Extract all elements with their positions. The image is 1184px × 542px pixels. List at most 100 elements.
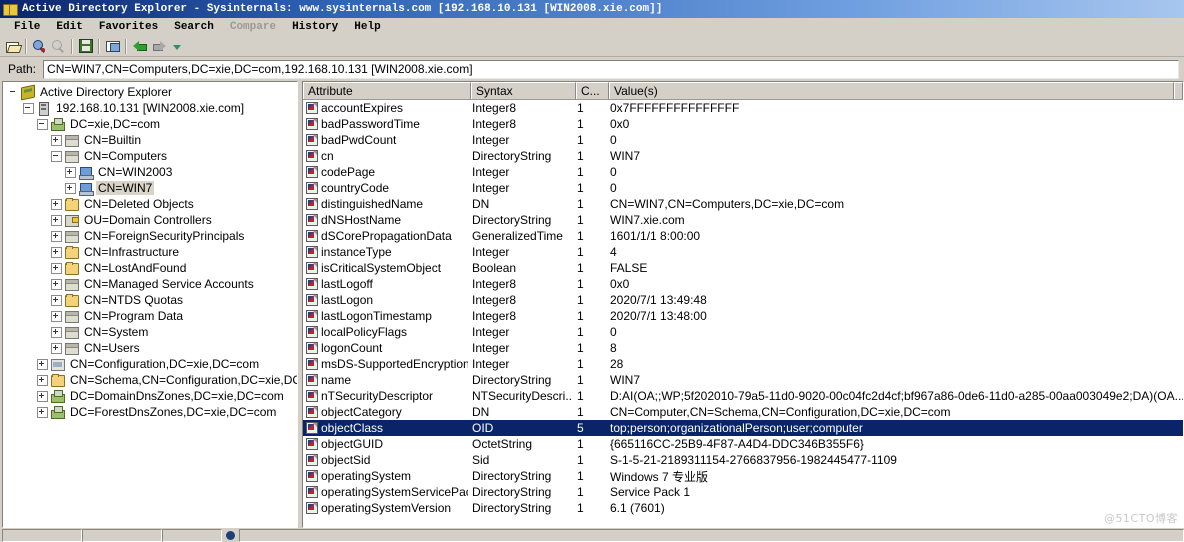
tree-node-label: Active Directory Explorer [40,85,173,99]
table-row[interactable]: localPolicyFlags Integer 1 0 [303,324,1183,340]
expand-icon[interactable] [65,166,76,178]
open-snapshot-button[interactable] [3,37,22,55]
table-row[interactable]: codePage Integer 1 0 [303,164,1183,180]
expand-icon[interactable] [37,406,48,418]
expand-icon[interactable] [37,390,48,402]
table-row[interactable]: msDS-SupportedEncryption... Integer 1 28 [303,356,1183,372]
menu-file[interactable]: File [6,20,48,34]
expand-icon[interactable] [51,198,62,210]
tree-node[interactable]: CN=Configuration,DC=xie,DC=com [3,356,297,372]
cell-count: 1 [577,309,584,323]
expand-icon[interactable] [65,182,76,194]
tree-node[interactable]: CN=Builtin [3,132,297,148]
search-button[interactable] [30,37,49,55]
table-row[interactable]: operatingSystemServicePack DirectoryStrin… [303,484,1183,500]
cell-count: 1 [577,181,584,195]
table-row[interactable]: badPwdCount Integer 1 0 [303,132,1183,148]
table-row[interactable]: distinguishedName DN 1 CN=WIN7,CN=Computers… [303,196,1183,212]
table-row[interactable]: name DirectoryString 1 WIN7 [303,372,1183,388]
main-split: Active Directory Explorer 192.168.10.131 … [0,81,1184,528]
cell-value: 0x7FFFFFFFFFFFFFFF [610,101,740,115]
attribute-icon [306,198,318,210]
column-header-count[interactable]: C... [576,82,609,99]
cell-attribute: cn [303,149,468,163]
table-row[interactable]: accountExpires Integer8 1 0x7FFFFFFFFFFFFFF… [303,100,1183,116]
table-row[interactable]: badPasswordTime Integer8 1 0x0 [303,116,1183,132]
table-row[interactable]: dSCorePropagationData GeneralizedTime 1 160… [303,228,1183,244]
menu-help[interactable]: Help [346,20,388,34]
save-snapshot-button[interactable] [76,37,95,55]
tree-node[interactable]: CN=ForeignSecurityPrincipals [3,228,297,244]
expand-icon[interactable] [51,262,62,274]
collapse-icon[interactable] [51,150,62,162]
tree-node[interactable]: CN=NTDS Quotas [3,292,297,308]
path-input[interactable]: CN=WIN7,CN=Computers,DC=xie,DC=com,192.1… [43,59,1179,79]
expand-icon[interactable] [51,326,62,338]
table-row[interactable]: isCriticalSystemObject Boolean 1 FALSE [303,260,1183,276]
table-row[interactable]: objectGUID OctetString 1 {665116CC-25B9-4F8… [303,436,1183,452]
expand-icon[interactable] [51,134,62,146]
cell-attribute: isCriticalSystemObject [303,261,468,275]
tree-node[interactable]: CN=LostAndFound [3,260,297,276]
table-row[interactable]: operatingSystem DirectoryString 1 Windows 7… [303,468,1183,484]
tree-node[interactable]: CN=Program Data [3,308,297,324]
expand-icon[interactable] [51,246,62,258]
menu-history[interactable]: History [284,20,346,34]
tree-node[interactable]: CN=WIN2003 [3,164,297,180]
expand-icon[interactable] [51,278,62,290]
collapse-icon[interactable] [37,118,48,130]
cell-syntax: Sid [472,453,490,467]
cell-attribute: badPasswordTime [303,117,468,131]
tree-node[interactable]: 192.168.10.131 [WIN2008.xie.com] [3,100,297,116]
tree-node[interactable]: CN=Deleted Objects [3,196,297,212]
tree-node[interactable]: DC=ForestDnsZones,DC=xie,DC=com [3,404,297,420]
tree-node[interactable]: CN=Schema,CN=Configuration,DC=xie,DC=com [3,372,297,388]
expand-icon[interactable] [51,230,62,242]
table-row[interactable]: lastLogoff Integer8 1 0x0 [303,276,1183,292]
cell-attribute: badPwdCount [303,133,468,147]
collapse-icon[interactable] [23,102,34,114]
directory-tree[interactable]: Active Directory Explorer 192.168.10.131 … [3,82,297,420]
table-row[interactable]: objectClass OID 5 top;person;organizational… [303,420,1183,436]
tree-node[interactable]: CN=Infrastructure [3,244,297,260]
expand-icon[interactable] [51,294,62,306]
table-row[interactable]: operatingSystemVersion DirectoryString 1 6.… [303,500,1183,516]
back-button[interactable] [130,37,149,55]
column-header-values[interactable]: Value(s) [609,82,1174,99]
expand-icon[interactable] [37,358,48,370]
tree-node[interactable]: DC=DomainDnsZones,DC=xie,DC=com [3,388,297,404]
tree-node[interactable]: DC=xie,DC=com [3,116,297,132]
expand-icon[interactable] [51,310,62,322]
history-dropdown-button[interactable] [168,37,187,55]
cell-count: 1 [577,101,584,115]
column-header-syntax[interactable]: Syntax [471,82,576,99]
column-header-attribute[interactable]: Attribute [303,82,471,99]
tree-node[interactable]: CN=System [3,324,297,340]
table-row[interactable]: instanceType Integer 1 4 [303,244,1183,260]
expand-icon[interactable] [51,214,62,226]
table-row[interactable]: nTSecurityDescriptor NTSecurityDescri... 1… [303,388,1183,404]
expand-icon[interactable] [37,374,48,386]
tree-node[interactable]: OU=Domain Controllers [3,212,297,228]
table-row[interactable]: countryCode Integer 1 0 [303,180,1183,196]
cell-attribute: lastLogon [303,293,468,307]
menu-favorites[interactable]: Favorites [91,20,166,34]
menu-edit[interactable]: Edit [48,20,90,34]
tree-node[interactable]: CN=Users [3,340,297,356]
table-row[interactable]: objectCategory DN 1 CN=Computer,CN=Schema,C… [303,404,1183,420]
menu-search[interactable]: Search [166,20,222,34]
tree-node[interactable]: CN=Computers [3,148,297,164]
table-row[interactable]: cn DirectoryString 1 WIN7 [303,148,1183,164]
tree-node[interactable]: CN=WIN7 [3,180,297,196]
cell-syntax: Boolean [472,261,517,275]
table-row[interactable]: objectSid Sid 1 S-1-5-21-2189311154-2766837… [303,452,1183,468]
properties-button[interactable] [103,37,122,55]
tree-node[interactable]: Active Directory Explorer [3,84,297,101]
tree-node[interactable]: CN=Managed Service Accounts [3,276,297,292]
computer-icon [78,181,94,196]
table-row[interactable]: lastLogon Integer8 1 2020/7/1 13:49:48 [303,292,1183,308]
table-row[interactable]: dNSHostName DirectoryString 1 WIN7.xie.com [303,212,1183,228]
expand-icon[interactable] [51,342,62,354]
table-row[interactable]: logonCount Integer 1 8 [303,340,1183,356]
table-row[interactable]: lastLogonTimestamp Integer8 1 2020/7/1 13:4… [303,308,1183,324]
